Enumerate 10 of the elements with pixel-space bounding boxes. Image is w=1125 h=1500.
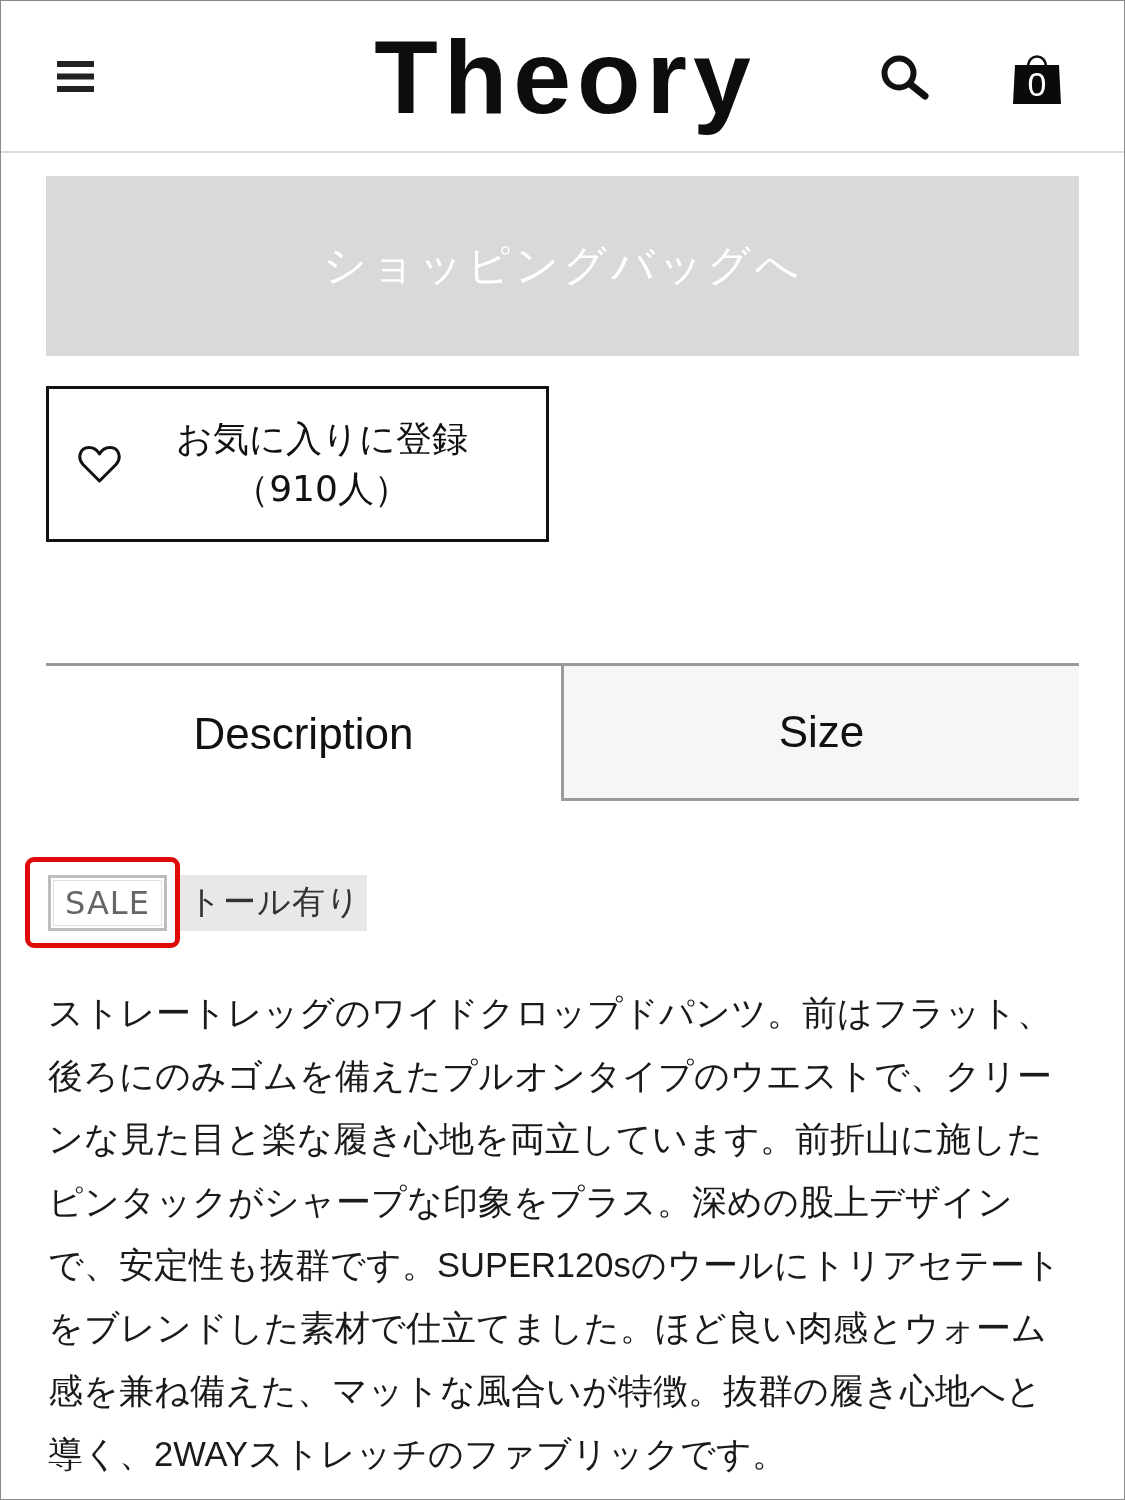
heart-icon [78,445,121,483]
tag-label: SALE [48,874,167,931]
menu-icon[interactable] [57,60,94,92]
cart-count: 0 [1026,65,1048,103]
search-icon[interactable] [880,54,930,100]
favorite-button[interactable]: お気に入りに登録 （910人） [46,386,549,542]
tab[interactable]: Size [561,663,1079,801]
tag-label: トール有り [179,874,367,931]
brand-logo[interactable]: Theory [368,15,757,139]
description-text: ストレートレッグのワイドクロップドパンツ。前はフラット、後ろにのみゴムを備えたプルオンタイプのウエストで、クリーンな見た目と楽な履き心地を両立しています。前折山に施したピンタックがシャープな印象をプラス。深めの股上デザインで、安定性も抜群です。SUPER120sのウールにトリアセテートをブレンドした素材で仕立てました。ほど良い肉感とウォーム感を兼ね備えた、マットな風合いが特徴。抜群の履き心地へと導く、2WAYストレッチのファブリックです。 [48,993,1062,1475]
